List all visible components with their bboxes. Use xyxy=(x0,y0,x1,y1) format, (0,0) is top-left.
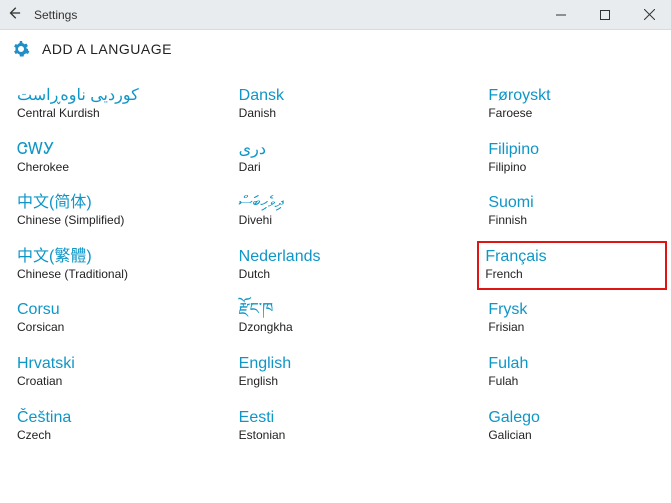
language-native-name: Filipino xyxy=(488,140,656,160)
language-native-name: Français xyxy=(485,247,659,267)
language-item[interactable]: SuomiFinnish xyxy=(485,193,659,229)
language-native-name: ދިވެހިބަސް xyxy=(239,193,435,213)
language-item[interactable]: FryskFrisian xyxy=(485,300,659,336)
language-native-name: Frysk xyxy=(488,300,656,320)
language-english-name: Faroese xyxy=(488,106,656,122)
language-english-name: Fulah xyxy=(488,374,656,390)
language-native-name: درى xyxy=(239,140,435,160)
language-item[interactable]: CorsuCorsican xyxy=(14,300,216,336)
gear-icon xyxy=(12,40,30,58)
language-native-name: Suomi xyxy=(488,193,656,213)
language-english-name: Corsican xyxy=(17,320,213,336)
language-native-name: Nederlands xyxy=(239,247,435,267)
language-english-name: Cherokee xyxy=(17,160,213,176)
close-button[interactable] xyxy=(627,0,671,30)
language-item[interactable]: FrançaisFrench xyxy=(477,241,667,291)
language-item[interactable]: རྫོང་ཁDzongkha xyxy=(236,300,438,336)
language-item[interactable]: 中文(繁體)Chinese (Traditional) xyxy=(14,247,216,283)
language-native-name: Hrvatski xyxy=(17,354,213,374)
language-native-name: ᏣᎳᎩ xyxy=(17,140,213,160)
language-native-name: English xyxy=(239,354,435,374)
language-native-name: རྫོང་ཁ xyxy=(239,300,435,320)
language-item[interactable]: FilipinoFilipino xyxy=(485,140,659,176)
language-english-name: Galician xyxy=(488,428,656,444)
language-native-name: 中文(简体) xyxy=(17,193,213,213)
language-item[interactable]: ދިވެހިބަސްDivehi xyxy=(236,193,438,229)
language-native-name: Corsu xyxy=(17,300,213,320)
language-english-name: Chinese (Traditional) xyxy=(17,267,213,283)
language-english-name: Filipino xyxy=(488,160,656,176)
language-english-name: Divehi xyxy=(239,213,435,229)
language-english-name: Dari xyxy=(239,160,435,176)
language-english-name: Chinese (Simplified) xyxy=(17,213,213,229)
window-title: Settings xyxy=(28,8,77,22)
language-english-name: Czech xyxy=(17,428,213,444)
titlebar: Settings xyxy=(0,0,671,30)
language-native-name: 中文(繁體) xyxy=(17,247,213,267)
language-english-name: French xyxy=(485,267,659,283)
language-english-name: Danish xyxy=(239,106,435,122)
language-english-name: Finnish xyxy=(488,213,656,229)
language-item[interactable]: 中文(简体)Chinese (Simplified) xyxy=(14,193,216,229)
language-english-name: Central Kurdish xyxy=(17,106,213,122)
language-item[interactable]: NederlandsDutch xyxy=(236,247,438,283)
language-item[interactable]: EnglishEnglish xyxy=(236,354,438,390)
maximize-button[interactable] xyxy=(583,0,627,30)
language-item[interactable]: FulahFulah xyxy=(485,354,659,390)
language-native-name: Galego xyxy=(488,408,656,428)
language-english-name: English xyxy=(239,374,435,390)
language-item[interactable]: HrvatskiCroatian xyxy=(14,354,216,390)
back-button[interactable] xyxy=(0,6,28,24)
language-item[interactable]: FøroysktFaroese xyxy=(485,86,659,122)
language-item[interactable]: کوردیی ناوەڕاستCentral Kurdish xyxy=(14,86,216,122)
language-native-name: Dansk xyxy=(239,86,435,106)
language-english-name: Croatian xyxy=(17,374,213,390)
language-english-name: Dzongkha xyxy=(239,320,435,336)
language-english-name: Estonian xyxy=(239,428,435,444)
language-native-name: Eesti xyxy=(239,408,435,428)
language-native-name: کوردیی ناوەڕاست xyxy=(17,86,213,106)
language-item[interactable]: DanskDanish xyxy=(236,86,438,122)
language-item[interactable]: GalegoGalician xyxy=(485,408,659,444)
language-item[interactable]: ČeštinaCzech xyxy=(14,408,216,444)
language-native-name: Čeština xyxy=(17,408,213,428)
page-header: ADD A LANGUAGE xyxy=(0,30,671,68)
language-grid: کوردیی ناوەڕاستCentral Kurdish DanskDanis… xyxy=(0,68,671,453)
page-title: ADD A LANGUAGE xyxy=(42,41,172,57)
language-english-name: Frisian xyxy=(488,320,656,336)
language-item[interactable]: ᏣᎳᎩCherokee xyxy=(14,140,216,176)
language-item[interactable]: EestiEstonian xyxy=(236,408,438,444)
language-native-name: Føroyskt xyxy=(488,86,656,106)
language-native-name: Fulah xyxy=(488,354,656,374)
language-item[interactable]: درىDari xyxy=(236,140,438,176)
language-english-name: Dutch xyxy=(239,267,435,283)
minimize-button[interactable] xyxy=(539,0,583,30)
